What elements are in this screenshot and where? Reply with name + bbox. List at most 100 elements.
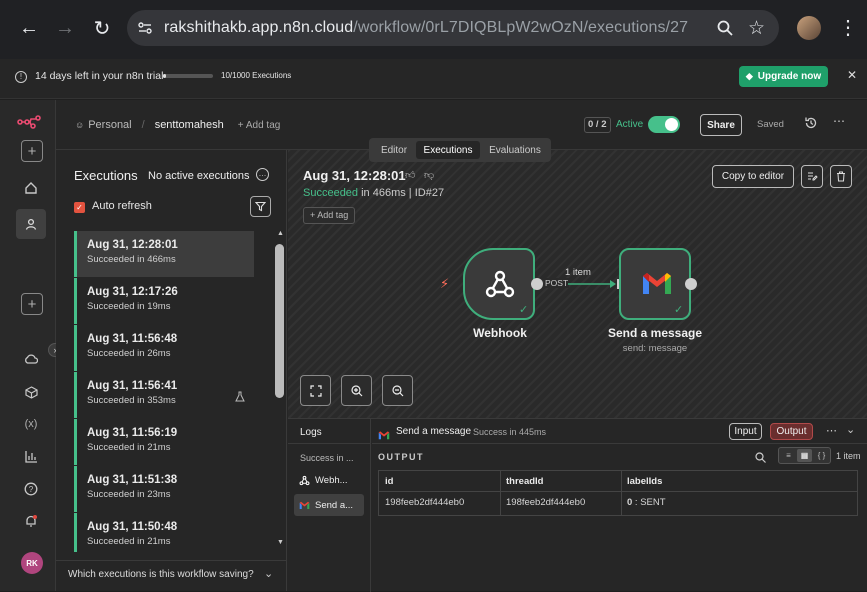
zoom-in-button[interactable] [341,375,372,406]
upgrade-button[interactable]: ◆ Upgrade now [739,66,828,87]
trial-text: 14 days left in your n8n trial [35,70,164,82]
summary-separator: | [405,187,415,199]
tab-evaluations[interactable]: Evaluations [482,141,548,159]
delete-button[interactable] [830,165,852,188]
variables-icon[interactable]: (x) [17,410,45,438]
n8n-logo-icon[interactable] [17,114,41,135]
breadcrumb-project[interactable]: Personal [88,119,131,131]
workflow-name[interactable]: senttomahesh [155,119,224,131]
toggle-knob [665,118,678,131]
log-entry-webhook[interactable]: Webh... [294,470,364,490]
saving-question: Which executions is this workflow saving… [68,569,254,580]
help-question-icon[interactable]: ? [17,475,45,503]
thumbs-down-icon[interactable]: 👎︎ [424,169,434,181]
upgrade-label: Upgrade now [757,71,822,82]
bookmark-star-icon[interactable]: ☆ [748,17,765,40]
column-header-labelids: labelIds [627,476,663,487]
execution-item[interactable]: Aug 31, 12:17:26 Succeeded in 19ms [74,278,254,324]
thumbs-up-icon[interactable]: 👍︎ [405,169,415,181]
forward-icon[interactable]: → [51,14,79,42]
execution-item[interactable]: Aug 31, 11:51:38 Succeeded in 23ms [74,466,254,512]
search-icon[interactable] [755,450,766,468]
close-banner-icon[interactable]: ✕ [847,68,857,82]
webhook-node[interactable]: ✓ [463,248,535,320]
reload-icon[interactable]: ↻ [88,14,116,42]
notification-bell-icon[interactable] [17,507,45,535]
saving-settings-footer[interactable]: Which executions is this workflow saving… [56,560,287,591]
copy-to-editor-button[interactable]: Copy to editor [712,165,794,188]
execution-item[interactable]: Aug 31, 11:50:48 Succeeded in 21ms [74,513,254,552]
history-icon[interactable] [804,116,818,135]
browser-menu-icon[interactable]: ⋮ [838,14,858,42]
clock-icon: ! [15,71,27,83]
scroll-thumb[interactable] [275,244,284,398]
column-header-threadid: threadId [506,476,544,487]
fit-view-button[interactable] [300,375,331,406]
profile-avatar[interactable] [797,16,821,40]
templates-box-icon[interactable] [17,378,45,406]
json-view-icon[interactable]: { } [814,449,829,462]
gmail-node-subtitle: send: message [622,343,688,354]
trial-banner: ! 14 days left in your n8n trial 10/1000… [0,59,867,99]
execution-item[interactable]: Aug 31, 12:28:01 Succeeded in 466ms [74,231,254,277]
input-toggle-button[interactable]: Input [729,423,762,440]
executions-scrollbar[interactable]: ▲ ▼ [274,230,286,552]
succeeded-text: Succeeded [303,187,359,199]
execution-item[interactable]: Aug 31, 11:56:41 Succeeded in 353ms [74,372,254,418]
webhook-output-handle[interactable] [531,278,543,290]
gmail-node-label: Send a message [607,326,703,340]
execution-status: Succeeded in 19ms [87,301,171,312]
user-small-icon: ☺ [75,120,85,130]
display-mode-switch: ≡ ▦ { } [778,447,831,464]
scroll-up-icon[interactable]: ▲ [277,230,284,237]
executions-panel: Executions No active executions … ✓ Auto… [56,150,287,591]
active-toggle[interactable] [648,116,680,133]
tab-editor[interactable]: Editor [373,141,415,159]
home-icon[interactable] [17,174,45,202]
add-project-plus-icon[interactable]: + [21,293,43,315]
execution-item[interactable]: Aug 31, 11:56:19 Succeeded in 21ms [74,419,254,465]
zoom-search-icon[interactable] [716,19,734,37]
auto-refresh-checkbox[interactable]: ✓ [74,202,85,213]
insights-chart-icon[interactable] [17,442,45,470]
log-entry-summary[interactable]: Success in ... [300,453,354,463]
log-entry-gmail[interactable]: Send a... [294,494,364,516]
saved-status: Saved [757,119,784,130]
collapse-chevron-icon[interactable]: ⌄ [846,423,855,436]
output-toggle-button[interactable]: Output [770,423,813,440]
address-bar[interactable]: rakshithakb.app.n8n.cloud/workflow/0rL7D… [127,10,779,46]
execution-item[interactable]: Aug 31, 11:56:48 Succeeded in 26ms [74,325,254,371]
usage-bar-fill [163,74,166,78]
gmail-node[interactable]: ✓ [619,248,691,320]
more-options-icon[interactable]: ⋯ [833,114,845,128]
execution-summary: Succeeded in 466ms | ID#27 [303,187,444,199]
schema-view-icon[interactable]: ≡ [781,449,796,462]
zoom-out-button[interactable] [382,375,413,406]
share-button[interactable]: Share [700,114,742,136]
gmail-output-handle[interactable] [685,278,697,290]
scroll-down-icon[interactable]: ▼ [277,539,284,546]
user-avatar[interactable]: RK [21,552,43,574]
cloud-icon[interactable] [17,345,45,373]
site-info-icon[interactable] [136,19,154,37]
execution-add-tag[interactable]: + Add tag [303,207,356,224]
divider [288,443,371,444]
personal-user-icon[interactable] [16,209,46,239]
execution-time: Aug 31, 12:28:01 [87,239,178,251]
filter-button[interactable] [250,196,271,217]
logs-more-icon[interactable]: ⋯ [826,424,837,437]
filter-icon [255,201,266,212]
info-icon[interactable]: … [256,168,269,181]
url-text: rakshithakb.app.n8n.cloud/workflow/0rL7D… [164,19,688,37]
add-tag-link[interactable]: + Add tag [238,120,281,131]
execution-time: Aug 31, 11:56:48 [87,333,178,345]
webhook-icon [485,270,515,298]
back-icon[interactable]: ← [15,14,43,42]
workflow-header: ☺ Personal / senttomahesh + Add tag Edit… [56,100,867,162]
cell-threadid: 198feeb2df444eb0 [506,497,586,508]
tab-executions[interactable]: Executions [416,141,480,159]
workflow-canvas[interactable]: Aug 31, 12:28:01 👍︎ 👎︎ Succeeded in 466m… [288,150,867,418]
annotate-button[interactable] [801,165,823,188]
create-plus-icon[interactable]: + [21,140,43,162]
table-view-icon[interactable]: ▦ [797,449,812,462]
